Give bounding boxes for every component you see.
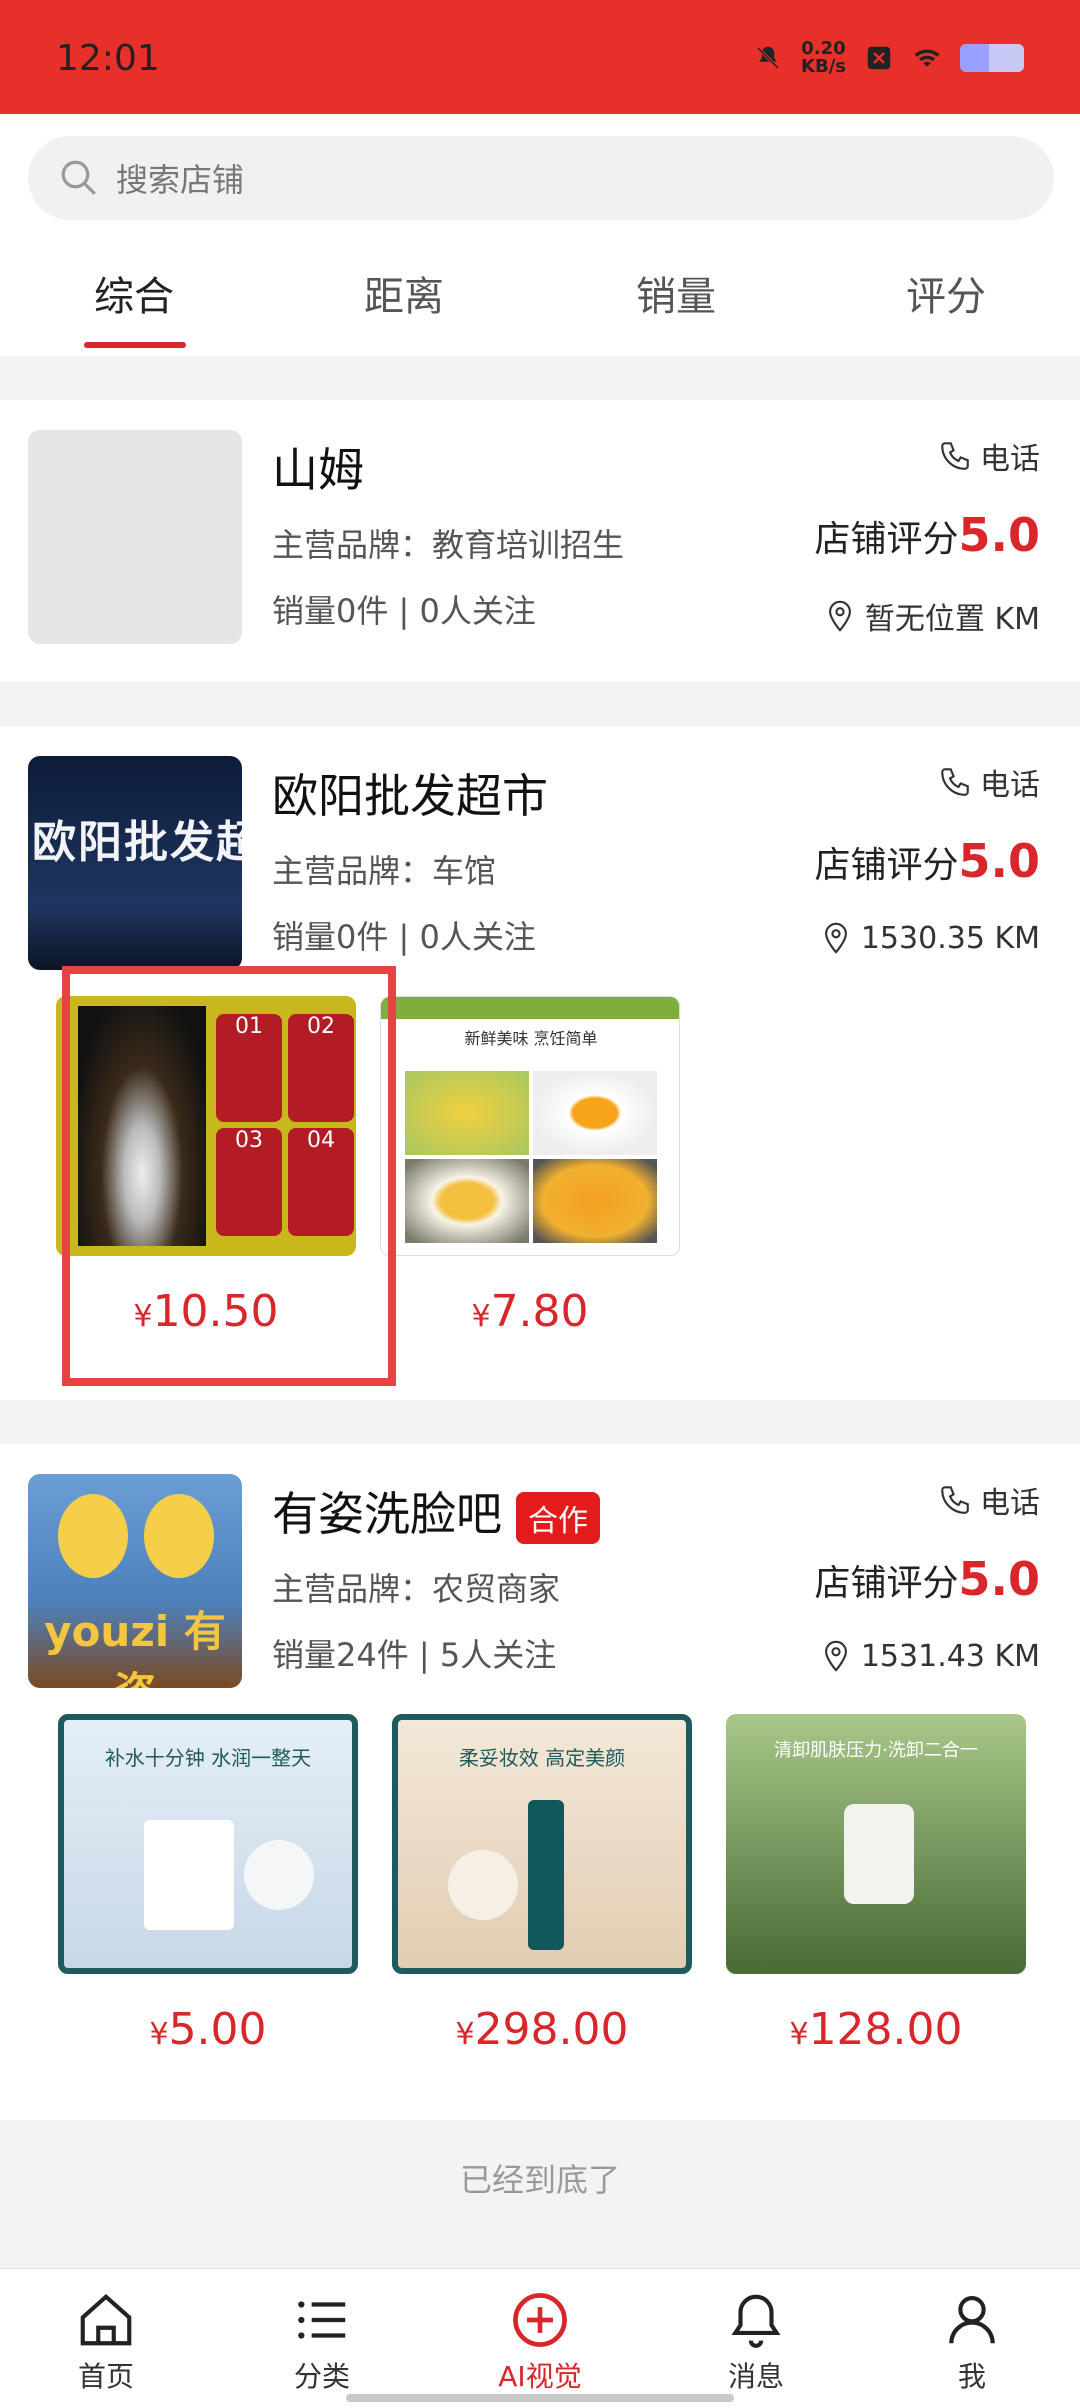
product-image: 新鲜美味 烹饪简单 <box>380 996 680 1256</box>
close-badge-icon <box>867 46 891 70</box>
tab-rating[interactable]: 评分 <box>906 264 986 322</box>
store-rating: 店铺评分5.0 <box>814 508 1040 562</box>
product-price: ¥7.80 <box>471 1286 589 1337</box>
status-time: 12:01 <box>56 38 160 79</box>
phone-button[interactable]: 电话 <box>938 1478 1040 1522</box>
store-brand: 主营品牌：农贸商家 <box>272 1570 561 1608</box>
store-avatar: 欧阳批发超市 <box>28 756 242 970</box>
product-price: ¥128.00 <box>789 2004 963 2055</box>
search-placeholder: 搜索店铺 <box>116 161 245 199</box>
location-pin-icon <box>824 1640 847 1672</box>
phone-icon <box>941 768 969 796</box>
store-rating: 店铺评分5.0 <box>814 1552 1040 1606</box>
active-tab-indicator <box>84 342 186 348</box>
store-brand: 主营品牌：教育培训招生 <box>272 526 625 564</box>
network-speed: 0.20 KB/s <box>801 38 846 77</box>
store-avatar <box>28 430 242 644</box>
product-item[interactable]: 新鲜美味 烹饪简单 ¥7.80 <box>380 996 680 1337</box>
product-image: 柔妥妆效 高定美颜 <box>392 1714 692 1974</box>
store-stats: 销量0件 | 0人关注 <box>272 592 536 630</box>
cooperation-badge: 合作 <box>516 1491 600 1544</box>
status-bar: 12:01 0.20 KB/s <box>0 0 1080 114</box>
store-distance: 1530.35 KM <box>819 920 1040 956</box>
store-name: 山姆 <box>272 443 364 497</box>
store-avatar: youzi 有姿 <box>28 1474 242 1688</box>
search-icon <box>61 160 96 195</box>
bottom-tab-bar: 首页 分类 AI视觉 消息 我 <box>0 2268 1080 2408</box>
tabbar-messages[interactable]: 消息 <box>686 2289 826 2395</box>
list-icon <box>298 2301 346 2339</box>
product-item[interactable]: 清卸肌肤压力·洗卸二合一 ¥128.00 <box>726 1714 1026 2055</box>
product-item[interactable]: 柔妥妆效 高定美颜 ¥298.00 <box>392 1714 692 2055</box>
store-stats: 销量0件 | 0人关注 <box>272 918 536 956</box>
tabbar-me[interactable]: 我 <box>902 2289 1042 2395</box>
home-icon <box>80 2293 132 2346</box>
location-pin-icon <box>828 600 851 632</box>
header: 搜索店铺 综合 距离 销量 评分 <box>0 114 1080 356</box>
store-name: 有姿洗脸吧 合作 <box>272 1478 600 1544</box>
tabbar-ai-vision[interactable]: AI视觉 <box>470 2289 610 2395</box>
sort-tabs: 综合 距离 销量 评分 <box>0 264 1080 354</box>
end-of-list-text: 已经到底了 <box>459 2161 620 2199</box>
phone-button[interactable]: 电话 <box>938 434 1040 478</box>
status-icons: 0.20 KB/s <box>753 40 1024 76</box>
location-pin-icon <box>824 922 847 954</box>
bell-icon <box>731 2294 781 2348</box>
store-distance: 1531.43 KM <box>819 1638 1040 1674</box>
product-price: ¥5.00 <box>149 2004 267 2055</box>
product-image: 补水十分钟 水润一整天 <box>58 1714 358 1974</box>
phone-button[interactable]: 电话 <box>938 760 1040 804</box>
phone-icon <box>941 1486 969 1514</box>
battery-icon <box>960 44 1024 72</box>
store-distance: 暂无位置 KM <box>823 594 1040 638</box>
store-card[interactable]: 山姆 主营品牌：教育培训招生 销量0件 | 0人关注 电话 店铺评分5.0 暂无… <box>0 400 1080 682</box>
store-card[interactable]: youzi 有姿 有姿洗脸吧合作 主营品牌：农贸商家 销量24件 | 5人关注 … <box>0 1444 1080 2120</box>
store-rating: 店铺评分5.0 <box>814 834 1040 888</box>
product-image: 清卸肌肤压力·洗卸二合一 <box>726 1714 1026 1974</box>
search-input[interactable]: 搜索店铺 <box>28 136 1054 220</box>
phone-icon <box>941 442 969 470</box>
tabbar-category[interactable]: 分类 <box>252 2289 392 2395</box>
store-name: 欧阳批发超市 <box>272 769 548 823</box>
store-stats: 销量24件 | 5人关注 <box>272 1636 557 1674</box>
person-icon <box>949 2295 995 2344</box>
home-indicator <box>346 2394 734 2402</box>
wifi-icon <box>914 49 940 67</box>
tabbar-home[interactable]: 首页 <box>36 2289 176 2395</box>
tab-distance[interactable]: 距离 <box>364 264 444 322</box>
mute-bell-icon <box>756 46 780 70</box>
plus-circle-icon <box>513 2293 567 2347</box>
store-brand: 主营品牌：车馆 <box>272 852 497 890</box>
selection-highlight <box>62 966 396 1386</box>
tab-comprehensive[interactable]: 综合 <box>94 264 174 322</box>
tab-sales[interactable]: 销量 <box>636 264 716 322</box>
product-item[interactable]: 补水十分钟 水润一整天 ¥5.00 <box>58 1714 358 2055</box>
product-price: ¥298.00 <box>455 2004 629 2055</box>
